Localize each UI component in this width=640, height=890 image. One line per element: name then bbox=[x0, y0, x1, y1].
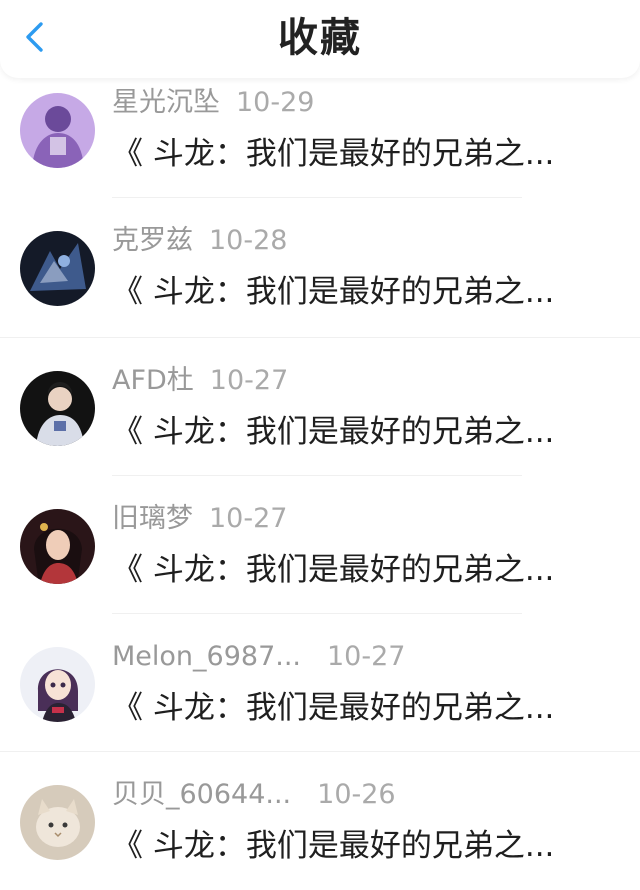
date: 10-26 bbox=[317, 779, 396, 810]
item-meta: 贝贝_60644... 10-26 bbox=[112, 776, 396, 814]
item-meta: 克罗兹 10-28 bbox=[112, 222, 287, 260]
date: 10-27 bbox=[209, 365, 289, 396]
username[interactable]: 星光沉坠 bbox=[112, 87, 220, 118]
top-bar: 收藏 bbox=[0, 0, 640, 78]
date: 10-27 bbox=[327, 641, 406, 672]
list-item[interactable]: Melon_6987... 10-27 《 斗龙：我们是最好的兄弟之... bbox=[0, 614, 640, 752]
avatar[interactable] bbox=[20, 509, 95, 584]
avatar[interactable] bbox=[20, 231, 95, 306]
username[interactable]: Melon_6987... bbox=[112, 641, 301, 672]
list-item[interactable]: AFD杜 10-27 《 斗龙：我们是最好的兄弟之... bbox=[0, 338, 640, 476]
date: 10-29 bbox=[236, 87, 315, 118]
favorite-title[interactable]: 《 斗龙：我们是最好的兄弟之... bbox=[112, 686, 612, 730]
date: 10-28 bbox=[209, 225, 288, 256]
username[interactable]: AFD杜 bbox=[112, 365, 194, 396]
favorite-title[interactable]: 《 斗龙：我们是最好的兄弟之... bbox=[112, 270, 612, 314]
favorites-list: 星光沉坠 10-29 《 斗龙：我们是最好的兄弟之... 克罗兹 10-28 《 斗… bbox=[0, 60, 640, 890]
favorite-title[interactable]: 《 斗龙：我们是最好的兄弟之... bbox=[112, 132, 612, 176]
avatar[interactable] bbox=[20, 647, 95, 722]
item-meta: AFD杜 10-27 bbox=[112, 362, 288, 400]
username[interactable]: 贝贝_60644... bbox=[112, 779, 291, 810]
list-item[interactable]: 旧璃梦 10-27 《 斗龙：我们是最好的兄弟之... bbox=[0, 476, 640, 614]
item-meta: 旧璃梦 10-27 bbox=[112, 500, 287, 538]
favorite-title[interactable]: 《 斗龙：我们是最好的兄弟之... bbox=[112, 824, 612, 868]
page-title: 收藏 bbox=[278, 15, 362, 61]
username[interactable]: 旧璃梦 bbox=[112, 503, 193, 534]
username[interactable]: 克罗兹 bbox=[112, 225, 193, 256]
list-item[interactable]: 贝贝_60644... 10-26 《 斗龙：我们是最好的兄弟之... bbox=[0, 752, 640, 890]
avatar[interactable] bbox=[20, 93, 95, 168]
favorite-title[interactable]: 《 斗龙：我们是最好的兄弟之... bbox=[112, 548, 612, 592]
avatar[interactable] bbox=[20, 785, 95, 860]
item-meta: Melon_6987... 10-27 bbox=[112, 638, 405, 676]
list-item[interactable]: 克罗兹 10-28 《 斗龙：我们是最好的兄弟之... bbox=[0, 198, 640, 338]
list-item[interactable]: 星光沉坠 10-29 《 斗龙：我们是最好的兄弟之... bbox=[0, 60, 640, 198]
item-meta: 星光沉坠 10-29 bbox=[112, 84, 314, 122]
date: 10-27 bbox=[209, 503, 288, 534]
avatar[interactable] bbox=[20, 371, 95, 446]
favorite-title[interactable]: 《 斗龙：我们是最好的兄弟之... bbox=[112, 410, 612, 454]
